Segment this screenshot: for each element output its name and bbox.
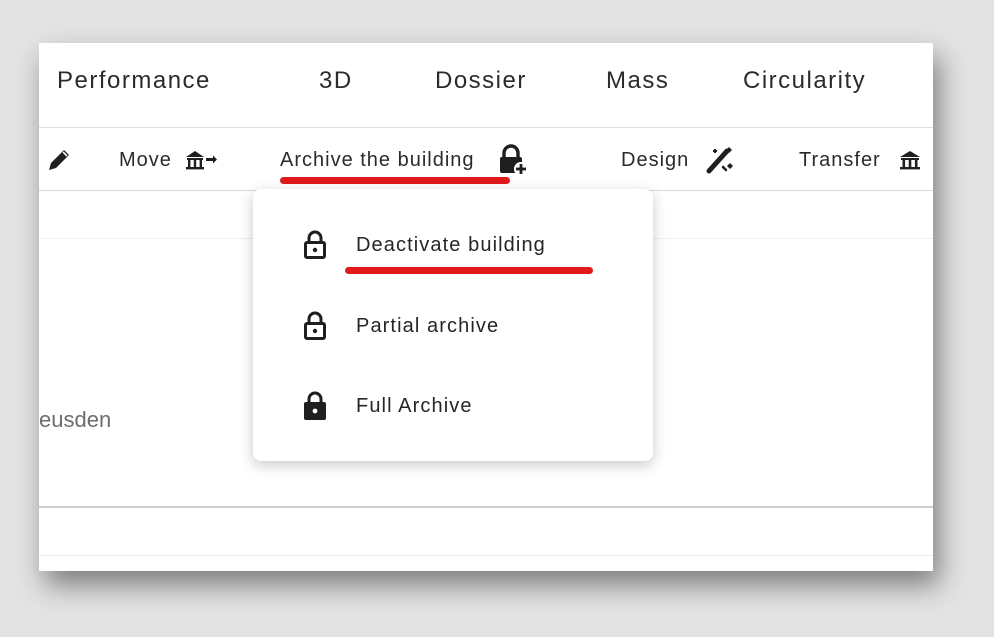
edit-button[interactable] [45,146,73,174]
menu-item-partial-archive[interactable]: Partial archive [303,310,499,342]
menu-item-label: Partial archive [356,314,500,337]
archive-dropdown-menu: Deactivate building Partial archive Full… [253,189,653,461]
building-icon [899,151,920,170]
move-label: Move [119,148,172,171]
lock-filled-icon [304,391,326,420]
move-button[interactable]: Move [119,146,218,174]
design-button[interactable]: Design [621,146,737,174]
highlight-underline-archive [280,177,510,184]
archive-building-button[interactable]: Archive the building [280,144,529,176]
archive-building-label: Archive the building [280,148,475,171]
building-location-text: eusden [39,407,112,432]
menu-item-label: Full Archive [356,394,473,417]
tab-3d[interactable]: 3D [319,67,353,95]
design-label: Design [621,148,690,171]
lock-plus-icon [499,144,528,176]
menu-item-full-archive[interactable]: Full Archive [303,390,473,422]
lock-open-outline-icon [304,230,326,259]
tab-mass[interactable]: Mass [606,67,669,95]
transfer-button[interactable]: Transfer [799,146,921,174]
menu-item-label: Deactivate building [356,233,546,256]
highlight-underline-deactivate [345,267,593,274]
lock-outline-icon [304,311,326,340]
divider [39,555,933,556]
transfer-label: Transfer [799,148,881,171]
tab-circularity[interactable]: Circularity [743,67,866,95]
building-arrows-icon [185,151,217,170]
menu-item-deactivate-building[interactable]: Deactivate building [303,229,546,261]
tab-dossier[interactable]: Dossier [435,67,527,95]
pencil-icon [49,150,69,170]
tab-bar: Performance 3D Dossier Mass Circularity [39,43,933,128]
tab-performance[interactable]: Performance [57,67,211,95]
magic-wand-icon [706,147,734,174]
